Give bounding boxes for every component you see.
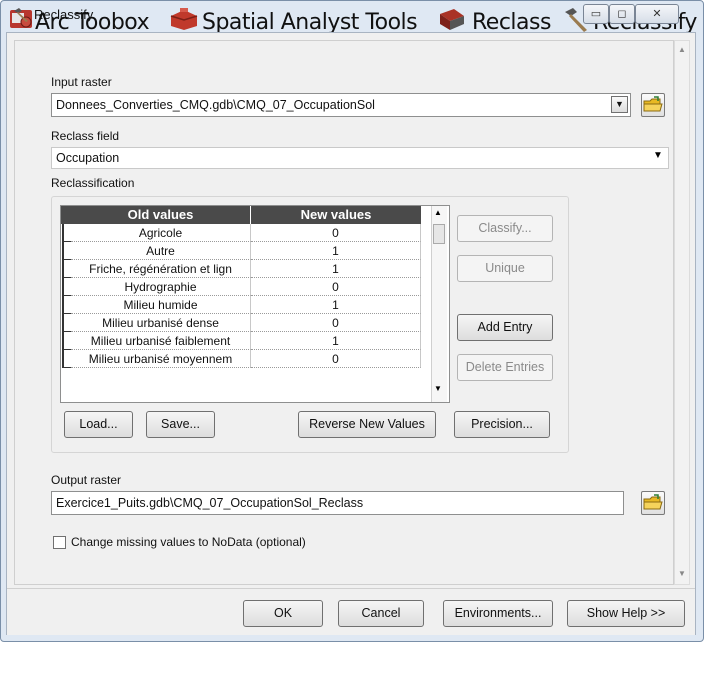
input-raster-combo[interactable]: Donnees_Converties_CMQ.gdb\CMQ_07_Occupa…	[51, 93, 631, 117]
reclassification-group: Old values New values Agricole 0 Autre 1…	[51, 196, 569, 453]
dialog-client: Input raster Donnees_Converties_CMQ.gdb\…	[6, 32, 696, 635]
show-help-button[interactable]: Show Help >>	[567, 600, 685, 627]
table-row-new[interactable]: 0	[251, 278, 421, 296]
reclass-table[interactable]: Old values New values Agricole 0 Autre 1…	[60, 205, 450, 403]
input-raster-dropdown[interactable]: ▼	[611, 96, 628, 113]
new-values-header[interactable]: New values	[251, 206, 421, 224]
folder-icon	[643, 96, 663, 112]
row-header[interactable]	[62, 350, 71, 368]
folder-icon	[643, 494, 663, 510]
maximize-icon: ◻	[617, 8, 627, 20]
hammer-icon	[12, 7, 30, 28]
missing-values-checkbox[interactable]	[53, 536, 66, 549]
title-bar: Reclassify ▭ ◻ ✕	[0, 0, 715, 30]
old-values-header[interactable]: Old values	[71, 206, 251, 224]
maximize-button[interactable]: ◻	[609, 4, 635, 24]
output-raster-field[interactable]: Exercice1_Puits.gdb\CMQ_07_OccupationSol…	[51, 491, 624, 515]
dialog-footer: OK Cancel Environments... Show Help >>	[7, 588, 695, 635]
reverse-new-values-button[interactable]: Reverse New Values	[298, 411, 436, 438]
row-header[interactable]	[62, 224, 71, 242]
scroll-thumb[interactable]	[433, 224, 445, 244]
environments-button[interactable]: Environments...	[443, 600, 553, 627]
table-row-new[interactable]: 0	[251, 350, 421, 368]
table-row-old[interactable]: Milieu urbanisé moyennem	[71, 350, 251, 368]
arrow-down-icon[interactable]: ▼	[678, 569, 686, 578]
row-header[interactable]	[62, 260, 71, 278]
delete-entries-button[interactable]: Delete Entries	[457, 354, 553, 381]
table-row-old[interactable]: Milieu urbanisé dense	[71, 314, 251, 332]
chevron-down-icon: ▼	[615, 99, 624, 109]
table-row-old[interactable]: Friche, régénération et lign	[71, 260, 251, 278]
row-header[interactable]	[62, 242, 71, 260]
unique-button[interactable]: Unique	[457, 255, 553, 282]
close-button[interactable]: ✕	[635, 4, 679, 24]
table-row-new[interactable]: 0	[251, 224, 421, 242]
save-button[interactable]: Save...	[146, 411, 215, 438]
reclass-field-combo[interactable]: Occupation	[51, 147, 669, 169]
load-button[interactable]: Load...	[64, 411, 133, 438]
row-header[interactable]	[62, 278, 71, 296]
row-header[interactable]	[62, 314, 71, 332]
table-row-old[interactable]: Autre	[71, 242, 251, 260]
add-entry-button[interactable]: Add Entry	[457, 314, 553, 341]
cancel-button[interactable]: Cancel	[338, 600, 424, 627]
reclassify-window: Reclassify ▭ ◻ ✕ Input raster Donnees_Co…	[0, 0, 704, 642]
input-raster-label: Input raster	[51, 75, 112, 89]
arrow-up-icon[interactable]: ▲	[434, 208, 442, 217]
minimize-icon: ▭	[590, 8, 602, 20]
table-row-new[interactable]: 0	[251, 314, 421, 332]
ok-button[interactable]: OK	[243, 600, 323, 627]
window-title: Reclassify	[34, 7, 94, 22]
output-raster-label: Output raster	[51, 473, 122, 487]
minimize-button[interactable]: ▭	[583, 4, 609, 24]
parameters-pane: Input raster Donnees_Converties_CMQ.gdb\…	[14, 40, 674, 585]
table-corner	[61, 206, 71, 224]
precision-button[interactable]: Precision...	[454, 411, 550, 438]
table-row-old[interactable]: Hydrographie	[71, 278, 251, 296]
arrow-down-icon[interactable]: ▼	[434, 384, 442, 393]
close-icon: ✕	[652, 8, 662, 20]
table-row-new[interactable]: 1	[251, 242, 421, 260]
table-row-old[interactable]: Milieu humide	[71, 296, 251, 314]
arrow-up-icon[interactable]: ▲	[678, 45, 686, 54]
table-row-old[interactable]: Milieu urbanisé faiblement	[71, 332, 251, 350]
row-header[interactable]	[62, 296, 71, 314]
browse-output-button[interactable]	[641, 491, 665, 515]
reclassification-label: Reclassification	[51, 176, 135, 190]
table-scrollbar[interactable]: ▲ ▼	[431, 206, 447, 402]
table-row-new[interactable]: 1	[251, 296, 421, 314]
parameters-scrollbar[interactable]: ▲ ▼	[674, 40, 690, 585]
table-row-new[interactable]: 1	[251, 332, 421, 350]
table-row-old[interactable]: Agricole	[71, 224, 251, 242]
chevron-down-icon[interactable]: ▼	[653, 150, 663, 161]
classify-button[interactable]: Classify...	[457, 215, 553, 242]
missing-values-label: Change missing values to NoData (optiona…	[71, 535, 306, 549]
table-row-new[interactable]: 1	[251, 260, 421, 278]
reclass-field-label: Reclass field	[51, 129, 120, 143]
row-header[interactable]	[62, 332, 71, 350]
browse-input-button[interactable]	[641, 93, 665, 117]
